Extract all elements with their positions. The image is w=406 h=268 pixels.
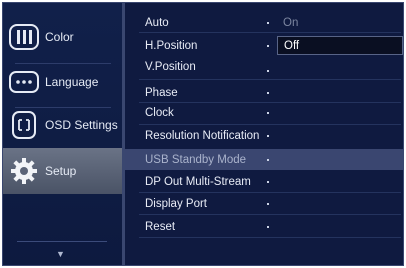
menu-item-label: H.Position bbox=[145, 40, 198, 52]
menu-item-display-port[interactable]: Display Port bbox=[125, 195, 403, 213]
tab-setup[interactable]: Setup bbox=[3, 148, 122, 194]
setup-panel: Auto On H.Position V.Position Phase Cloc… bbox=[125, 3, 403, 265]
bullet-dot bbox=[267, 135, 269, 137]
tab-language[interactable]: Language bbox=[3, 60, 122, 104]
tab-osd-settings-label: OSD Settings bbox=[45, 118, 118, 132]
row-divider bbox=[139, 32, 401, 33]
menu-item-auto[interactable]: Auto On bbox=[125, 14, 403, 32]
bullet-dot bbox=[267, 22, 269, 24]
menu-item-label: Display Port bbox=[145, 198, 207, 210]
osd-sidebar: Color Language OSD Settings Setup ▼ bbox=[3, 3, 122, 265]
menu-item-label: USB Standby Mode bbox=[145, 153, 247, 166]
bullet-dot bbox=[267, 159, 269, 161]
menu-item-label: Clock bbox=[145, 107, 174, 119]
bullet-dot bbox=[267, 226, 269, 228]
scroll-down-icon[interactable]: ▼ bbox=[56, 249, 65, 259]
tab-osd-settings[interactable]: OSD Settings bbox=[3, 103, 122, 147]
row-divider bbox=[139, 192, 401, 193]
menu-item-value: On bbox=[283, 17, 299, 29]
menu-item-label: Resolution Notification bbox=[145, 130, 260, 142]
bullet-dot bbox=[267, 181, 269, 183]
osd-menu: Color Language OSD Settings Setup ▼ Auto… bbox=[2, 2, 404, 266]
bullet-dot bbox=[267, 92, 269, 94]
gear-icon bbox=[9, 156, 39, 186]
menu-item-label: Reset bbox=[145, 221, 176, 233]
menu-item-label: Auto bbox=[145, 17, 169, 29]
menu-item-label: DP Out Multi-Stream bbox=[145, 176, 251, 188]
scroll-line bbox=[17, 241, 107, 242]
menu-item-dp-out-multi-stream[interactable]: DP Out Multi-Stream bbox=[125, 173, 403, 191]
tab-setup-label: Setup bbox=[45, 164, 77, 178]
row-divider bbox=[139, 102, 401, 103]
menu-item-resolution-notification[interactable]: Resolution Notification bbox=[125, 127, 403, 145]
color-bars-icon bbox=[9, 22, 39, 52]
row-divider bbox=[139, 124, 401, 125]
menu-item-reset[interactable]: Reset bbox=[125, 218, 403, 236]
menu-item-phase[interactable]: Phase bbox=[125, 84, 403, 102]
bullet-dot bbox=[267, 45, 269, 47]
row-divider bbox=[139, 214, 401, 215]
menu-item-label: Phase bbox=[145, 87, 178, 99]
osd-settings-icon bbox=[9, 110, 39, 140]
bullet-dot bbox=[267, 70, 269, 72]
menu-item-usb-standby-mode[interactable]: USB Standby Mode bbox=[125, 149, 403, 170]
row-divider bbox=[139, 237, 401, 238]
tab-language-label: Language bbox=[45, 75, 99, 89]
menu-item-v-position[interactable]: V.Position bbox=[125, 58, 403, 76]
menu-item-clock[interactable]: Clock bbox=[125, 104, 403, 122]
row-divider bbox=[139, 79, 401, 80]
menu-item-label: V.Position bbox=[145, 61, 196, 73]
bullet-dot bbox=[267, 203, 269, 205]
tab-color-label: Color bbox=[45, 30, 74, 44]
bullet-dot bbox=[267, 112, 269, 114]
option-off-selected[interactable]: Off bbox=[277, 36, 403, 55]
tab-color[interactable]: Color bbox=[3, 15, 122, 59]
language-dots-icon bbox=[9, 67, 39, 97]
